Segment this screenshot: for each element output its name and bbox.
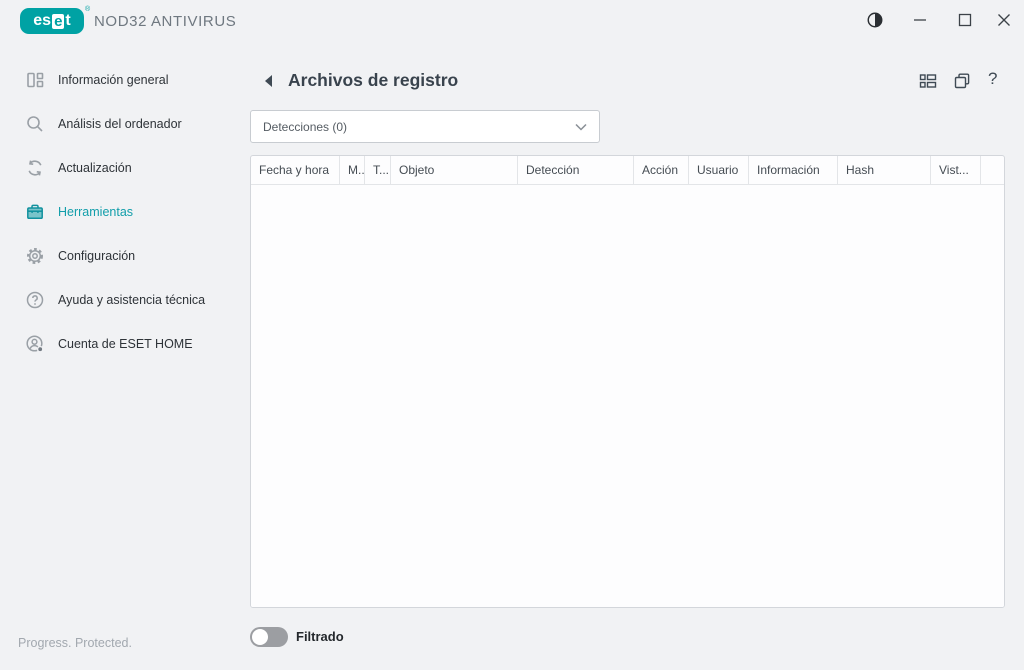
- minimize-button[interactable]: [906, 8, 934, 32]
- eset-logo: es e t ®: [20, 6, 91, 34]
- tools-briefcase-icon: [27, 204, 43, 220]
- column-header-informacion[interactable]: Información: [749, 156, 838, 184]
- sidebar-item-informacion-general[interactable]: Información general: [0, 58, 250, 102]
- update-icon: [28, 160, 42, 176]
- sidebar-item-label: Cuenta de ESET HOME: [58, 337, 193, 351]
- column-header-t[interactable]: T...: [365, 156, 391, 184]
- filter-toggle[interactable]: [250, 627, 288, 647]
- status-tagline: Progress. Protected.: [18, 636, 132, 650]
- eset-logo-badge: es e t: [20, 8, 84, 34]
- page-title: Archivos de registro: [288, 70, 459, 90]
- account-icon: [26, 335, 44, 353]
- sidebar-item-ayuda[interactable]: Ayuda y asistencia técnica: [0, 278, 250, 322]
- table-header-row: Fecha y hora M.. T... Objeto Detección A…: [251, 156, 1004, 185]
- brand-boxed-letter: e: [52, 12, 65, 30]
- log-details-icon[interactable]: [918, 71, 938, 91]
- brand-text: es: [33, 12, 52, 29]
- product-name: NOD32 ANTIVIRUS: [94, 13, 237, 30]
- registered-trademark: ®: [85, 6, 91, 13]
- column-header-fecha[interactable]: Fecha y hora: [251, 156, 340, 184]
- app-window: es e t ® NOD32 ANTIVIRUS Información gen…: [0, 0, 1024, 670]
- titlebar: es e t ® NOD32 ANTIVIRUS: [0, 0, 1024, 45]
- column-header-m[interactable]: M..: [340, 156, 365, 184]
- chevron-down-icon: [575, 123, 587, 131]
- log-type-dropdown[interactable]: Detecciones (0): [250, 110, 600, 143]
- column-header-deteccion[interactable]: Detección: [518, 156, 634, 184]
- column-header-objeto[interactable]: Objeto: [391, 156, 518, 184]
- sidebar-item-analisis-del-ordenador[interactable]: Análisis del ordenador: [0, 102, 250, 146]
- help-circle-icon: [26, 291, 44, 309]
- column-header-vist[interactable]: Vist...: [931, 156, 981, 184]
- overview-icon: [27, 72, 44, 88]
- sidebar-item-label: Herramientas: [58, 205, 134, 219]
- maximize-button[interactable]: [951, 8, 979, 32]
- filter-toggle-knob: [252, 629, 268, 645]
- sidebar-item-label: Actualización: [58, 161, 132, 175]
- sidebar-nav: Información general Análisis del ordenad…: [0, 58, 250, 366]
- column-header-hash[interactable]: Hash: [838, 156, 931, 184]
- theme-toggle-icon[interactable]: [861, 8, 889, 32]
- brand-text-end: t: [65, 12, 71, 29]
- back-button[interactable]: [262, 73, 276, 89]
- search-icon: [27, 116, 43, 132]
- sidebar-item-label: Análisis del ordenador: [58, 117, 182, 131]
- sidebar-item-herramientas[interactable]: Herramientas: [0, 190, 250, 234]
- table-body-empty: [251, 185, 1004, 607]
- gear-icon: [26, 247, 44, 265]
- sidebar-item-cuenta-eset-home[interactable]: Cuenta de ESET HOME: [0, 322, 250, 366]
- filter-toggle-label: Filtrado: [296, 629, 344, 644]
- help-icon[interactable]: ?: [988, 69, 997, 89]
- column-header-accion[interactable]: Acción: [634, 156, 689, 184]
- sidebar-item-configuracion[interactable]: Configuración: [0, 234, 250, 278]
- close-button[interactable]: [990, 8, 1018, 32]
- column-header-usuario[interactable]: Usuario: [689, 156, 749, 184]
- sidebar-item-label: Ayuda y asistencia técnica: [58, 293, 206, 307]
- sidebar-item-actualizacion[interactable]: Actualización: [0, 146, 250, 190]
- column-header-empty[interactable]: [981, 156, 1004, 184]
- copy-icon[interactable]: [952, 71, 972, 91]
- sidebar-item-label: Información general: [58, 73, 169, 87]
- dropdown-selected-value: Detecciones (0): [263, 119, 348, 134]
- log-table: Fecha y hora M.. T... Objeto Detección A…: [250, 155, 1005, 608]
- sidebar-item-label: Configuración: [58, 249, 136, 263]
